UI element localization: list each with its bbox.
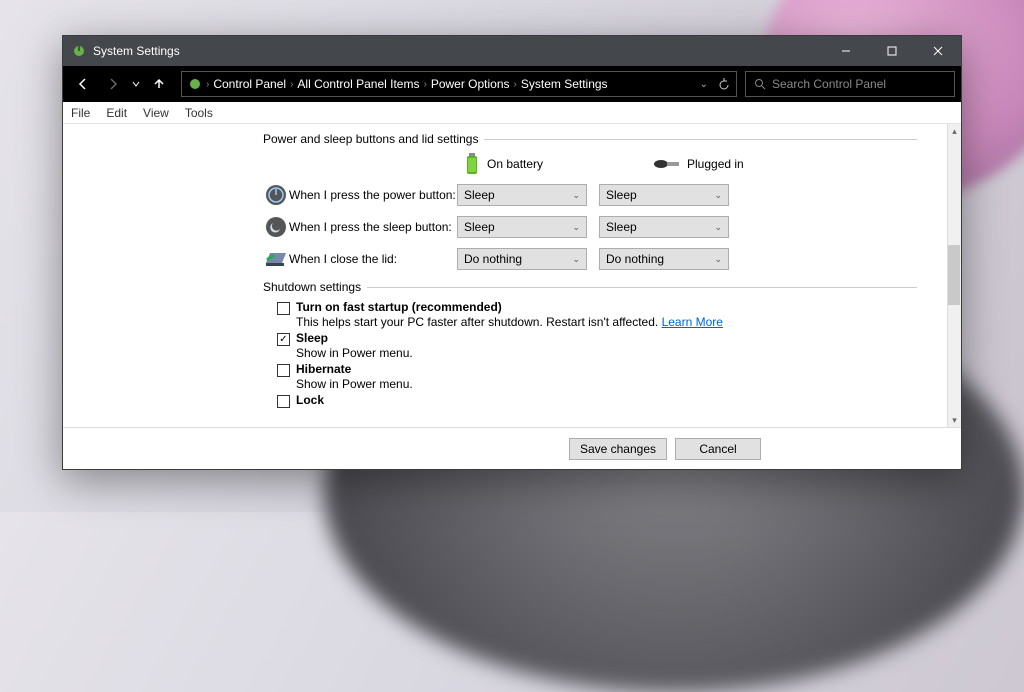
chevron-down-icon: ⌄ [572,190,580,201]
desc-sleep: Show in Power menu. [296,346,917,360]
back-button[interactable] [69,70,97,98]
menu-edit[interactable]: Edit [106,106,127,120]
checkbox-lock[interactable] [277,395,290,408]
crumb-2[interactable]: Power Options [431,77,510,91]
power-button-icon [263,184,289,206]
plug-icon [653,157,681,171]
chevron-down-icon[interactable]: ⌄ [700,79,708,90]
search-input[interactable]: Search Control Panel [745,71,955,97]
window: System Settings › Control Panel › All Co… [62,35,962,470]
save-button[interactable]: Save changes [569,438,667,460]
content-area: Power and sleep buttons and lid settings… [63,124,947,427]
minimize-button[interactable] [823,36,869,66]
label-lock: Lock [296,393,324,407]
app-icon [71,43,87,59]
chevron-down-icon: ⌄ [572,254,580,265]
menu-view[interactable]: View [143,106,169,120]
chevron-down-icon: ⌄ [572,222,580,233]
menu-file[interactable]: File [71,106,90,120]
search-placeholder: Search Control Panel [772,77,886,91]
desc-fast-startup: This helps start your PC faster after sh… [296,315,658,329]
chevron-right-icon: › [514,79,517,90]
footer: Save changes Cancel [63,427,961,469]
select-lid-battery[interactable]: Do nothing⌄ [457,248,587,270]
row-label-sleep: When I press the sleep button: [289,220,457,234]
select-power-battery[interactable]: Sleep⌄ [457,184,587,206]
label-fast-startup: Turn on fast startup (recommended) [296,300,502,314]
titlebar[interactable]: System Settings [63,36,961,66]
checkbox-hibernate[interactable] [277,364,290,377]
scroll-up-button[interactable]: ▴ [948,124,961,138]
maximize-button[interactable] [869,36,915,66]
col-plugged: Plugged in [687,157,744,171]
crumb-3[interactable]: System Settings [521,77,608,91]
chevron-down-icon: ⌄ [714,254,722,265]
checkbox-fast-startup[interactable] [277,302,290,315]
refresh-icon[interactable] [718,78,730,90]
sleep-button-icon [263,216,289,238]
lid-icon [263,249,289,269]
desc-hibernate: Show in Power menu. [296,377,917,391]
chevron-right-icon: › [206,79,209,90]
chevron-right-icon: › [290,79,293,90]
chevron-right-icon: › [423,79,426,90]
scroll-down-button[interactable]: ▾ [948,413,961,427]
forward-button[interactable] [99,70,127,98]
scroll-thumb[interactable] [948,245,960,305]
select-lid-plugged[interactable]: Do nothing⌄ [599,248,729,270]
location-icon [188,77,202,91]
scrollbar[interactable]: ▴ ▾ [947,124,961,427]
address-bar: › Control Panel › All Control Panel Item… [63,66,961,102]
chevron-down-icon: ⌄ [714,222,722,233]
select-sleep-battery[interactable]: Sleep⌄ [457,216,587,238]
crumb-0[interactable]: Control Panel [213,77,286,91]
checkbox-sleep[interactable] [277,333,290,346]
group-title-buttons: Power and sleep buttons and lid settings [263,132,478,146]
recent-dropdown[interactable] [129,70,143,98]
row-label-power: When I press the power button: [289,188,457,202]
select-power-plugged[interactable]: Sleep⌄ [599,184,729,206]
chevron-down-icon: ⌄ [714,190,722,201]
row-label-lid: When I close the lid: [289,252,457,266]
window-title: System Settings [93,44,180,58]
label-hibernate: Hibernate [296,362,351,376]
search-icon [754,78,766,90]
crumb-1[interactable]: All Control Panel Items [297,77,419,91]
col-battery: On battery [487,157,543,171]
close-button[interactable] [915,36,961,66]
label-sleep: Sleep [296,331,328,345]
link-learn-more[interactable]: Learn More [662,315,723,329]
select-sleep-plugged[interactable]: Sleep⌄ [599,216,729,238]
up-button[interactable] [145,70,173,98]
breadcrumb[interactable]: › Control Panel › All Control Panel Item… [181,71,737,97]
menu-bar: File Edit View Tools [63,102,961,124]
battery-icon [463,152,481,176]
cancel-button[interactable]: Cancel [675,438,761,460]
group-title-shutdown: Shutdown settings [263,280,361,294]
menu-tools[interactable]: Tools [185,106,213,120]
